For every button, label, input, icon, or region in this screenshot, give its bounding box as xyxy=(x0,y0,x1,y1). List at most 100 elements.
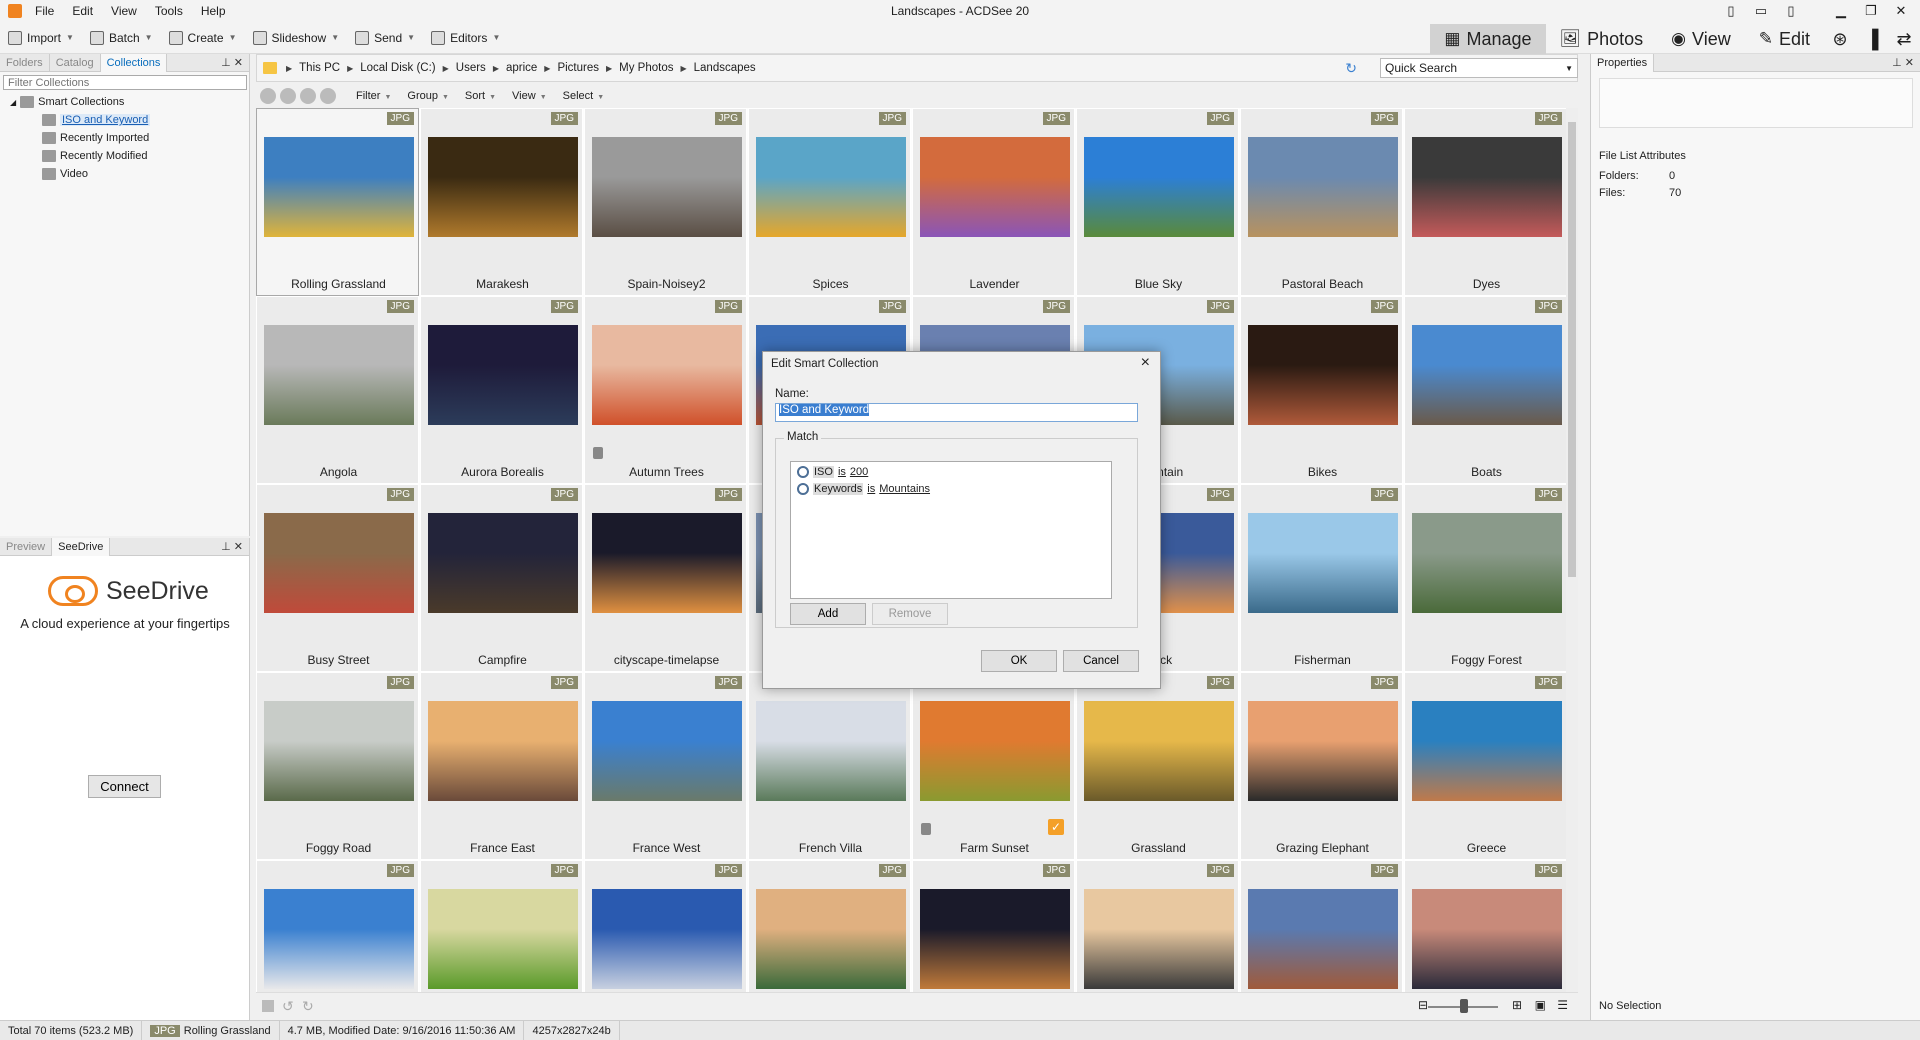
thumbnail-image[interactable] xyxy=(264,513,414,613)
forward-icon[interactable] xyxy=(300,88,316,104)
thumbnail-image[interactable] xyxy=(592,701,742,801)
tab-folders[interactable]: Folders xyxy=(0,53,50,72)
thumbnail-item[interactable]: JPG Blue Sky xyxy=(1076,108,1239,296)
connect-button[interactable]: Connect xyxy=(88,775,161,798)
pin-icon[interactable]: ⊥ ✕ xyxy=(215,540,249,553)
thumbnail-item[interactable]: JPG Grazing Elephant xyxy=(1240,672,1403,860)
menu-tools[interactable]: Tools xyxy=(146,0,192,22)
editors-button[interactable]: Editors ▼ xyxy=(423,26,508,50)
menu-edit[interactable]: Edit xyxy=(63,0,102,22)
thumbnail-view-icon[interactable]: ▣ xyxy=(1535,998,1546,1012)
rule-operator[interactable]: is xyxy=(867,483,875,495)
thumbnail-item[interactable]: JPG Marakesh xyxy=(420,108,583,296)
thumbnail-item[interactable]: JPG Boats xyxy=(1404,296,1566,484)
pin-icon[interactable]: ⊥ ✕ xyxy=(1886,56,1920,69)
365-icon[interactable]: ⊛ xyxy=(1824,24,1856,54)
menu-view[interactable]: View xyxy=(102,0,146,22)
thumbnail-image[interactable] xyxy=(920,889,1070,989)
minimize-button[interactable]: ▁ xyxy=(1826,0,1856,22)
tree-item-recently-modified[interactable]: Recently Modified xyxy=(0,147,249,165)
thumbnail-image[interactable] xyxy=(1248,889,1398,989)
vertical-scrollbar[interactable] xyxy=(1566,108,1578,992)
thumbnail-item[interactable]: JPG France West xyxy=(584,672,747,860)
batch-button[interactable]: Batch ▼ xyxy=(82,26,161,50)
name-field[interactable]: ISO and Keyword xyxy=(775,403,1138,422)
menu-help[interactable]: Help xyxy=(192,0,235,22)
thumbnail-image[interactable] xyxy=(920,137,1070,237)
zoom-in-icon[interactable]: ⊞ xyxy=(1512,998,1522,1012)
thumbnail-item[interactable]: JPG Grassland xyxy=(1076,672,1239,860)
pin-icon[interactable]: ⊥ ✕ xyxy=(215,56,249,69)
thumbnail-item[interactable]: JPG Spain-Noisey2 xyxy=(584,108,747,296)
thumbnail-image[interactable] xyxy=(1412,137,1562,237)
back-icon[interactable] xyxy=(280,88,296,104)
thumbnail-item[interactable]: JPG Foggy Road xyxy=(256,672,419,860)
up-icon[interactable] xyxy=(320,88,336,104)
thumbnail-image[interactable] xyxy=(264,325,414,425)
thumbnail-image[interactable] xyxy=(920,701,1070,801)
thumbnail-image[interactable] xyxy=(428,513,578,613)
tab-catalog[interactable]: Catalog xyxy=(50,53,101,72)
chevron-down-icon[interactable]: ▼ xyxy=(1565,64,1573,73)
mode-manage[interactable]: ▦ Manage xyxy=(1430,24,1546,54)
thumbnail-image[interactable] xyxy=(592,137,742,237)
refresh-icon[interactable]: ↻ xyxy=(1345,60,1357,77)
rule-iso[interactable]: ISO is 200 xyxy=(797,466,868,478)
expand-icon[interactable]: ◢ xyxy=(10,98,16,107)
rule-operator[interactable]: is xyxy=(838,466,846,478)
thumbnail-item[interactable]: JPG xyxy=(1404,860,1566,992)
close-icon[interactable]: × xyxy=(1141,354,1150,372)
thumbnail-item[interactable]: JPG xyxy=(748,860,911,992)
create-button[interactable]: Create ▼ xyxy=(161,26,245,50)
thumbnail-item[interactable]: JPG Campfire xyxy=(420,484,583,672)
thumbnail-item[interactable]: JPG Spices xyxy=(748,108,911,296)
thumbnail-item[interactable]: JPG Rolling Grassland xyxy=(256,108,419,296)
thumbnail-image[interactable] xyxy=(264,889,414,989)
thumbnail-item[interactable]: JPG xyxy=(584,860,747,992)
thumbnail-image[interactable] xyxy=(1412,889,1562,989)
view-menu[interactable]: View ▼ xyxy=(504,90,555,102)
thumbnail-item[interactable]: JPG Dyes xyxy=(1404,108,1566,296)
thumbnail-item[interactable]: JPG Pastoral Beach xyxy=(1240,108,1403,296)
thumbnail-image[interactable] xyxy=(592,325,742,425)
tree-root[interactable]: ◢ Smart Collections xyxy=(0,93,249,111)
thumbnail-item[interactable]: JPG xyxy=(912,860,1075,992)
select-menu[interactable]: Select ▼ xyxy=(555,90,613,102)
thumbnail-image[interactable] xyxy=(1084,137,1234,237)
mode-view[interactable]: ◉ View xyxy=(1657,24,1745,54)
zoom-slider-knob[interactable] xyxy=(1460,999,1468,1013)
group-menu[interactable]: Group ▼ xyxy=(399,90,457,102)
tree-item-recently-imported[interactable]: Recently Imported xyxy=(0,129,249,147)
thumbnail-item[interactable]: JPG Fisherman xyxy=(1240,484,1403,672)
crumb-landscapes[interactable]: Landscapes xyxy=(690,62,760,74)
thumbnail-image[interactable] xyxy=(1248,325,1398,425)
thumbnail-item[interactable]: JPG Autumn Trees xyxy=(584,296,747,484)
filter-menu[interactable]: Filter ▼ xyxy=(348,90,399,102)
thumbnail-item[interactable]: JPG xyxy=(1076,860,1239,992)
thumbnail-image[interactable] xyxy=(264,701,414,801)
layout-right-icon[interactable]: ▯ xyxy=(1776,0,1806,22)
thumbnail-image[interactable] xyxy=(756,137,906,237)
crumb-this-pc[interactable]: This PC xyxy=(295,62,344,74)
thumbnail-image[interactable] xyxy=(592,513,742,613)
crumb-aprice[interactable]: aprice xyxy=(502,62,541,74)
mode-edit[interactable]: ✎ Edit xyxy=(1745,24,1824,54)
cancel-button[interactable]: Cancel xyxy=(1063,650,1139,672)
send-button[interactable]: Send ▼ xyxy=(347,26,423,50)
thumbnail-image[interactable] xyxy=(1248,701,1398,801)
thumbnail-item[interactable]: JPG✓Farm Sunset xyxy=(912,672,1075,860)
thumbnail-item[interactable]: JPG Busy Street xyxy=(256,484,419,672)
layout-bottom-icon[interactable]: ▭ xyxy=(1746,0,1776,22)
import-button[interactable]: Import ▼ xyxy=(0,26,82,50)
thumbnail-image[interactable] xyxy=(1084,701,1234,801)
thumbnail-image[interactable] xyxy=(428,701,578,801)
rule-keywords[interactable]: Keywords is Mountains xyxy=(797,483,930,495)
thumbnail-item[interactable]: JPGFrench Villa xyxy=(748,672,911,860)
crumb-pictures[interactable]: Pictures xyxy=(553,62,603,74)
thumbnail-image[interactable] xyxy=(1412,325,1562,425)
close-button[interactable]: ✕ xyxy=(1886,0,1916,22)
thumbnail-item[interactable]: JPG xyxy=(420,860,583,992)
tab-seedrive[interactable]: SeeDrive xyxy=(52,537,111,556)
thumbnail-image[interactable] xyxy=(1248,137,1398,237)
sort-menu[interactable]: Sort ▼ xyxy=(457,90,504,102)
